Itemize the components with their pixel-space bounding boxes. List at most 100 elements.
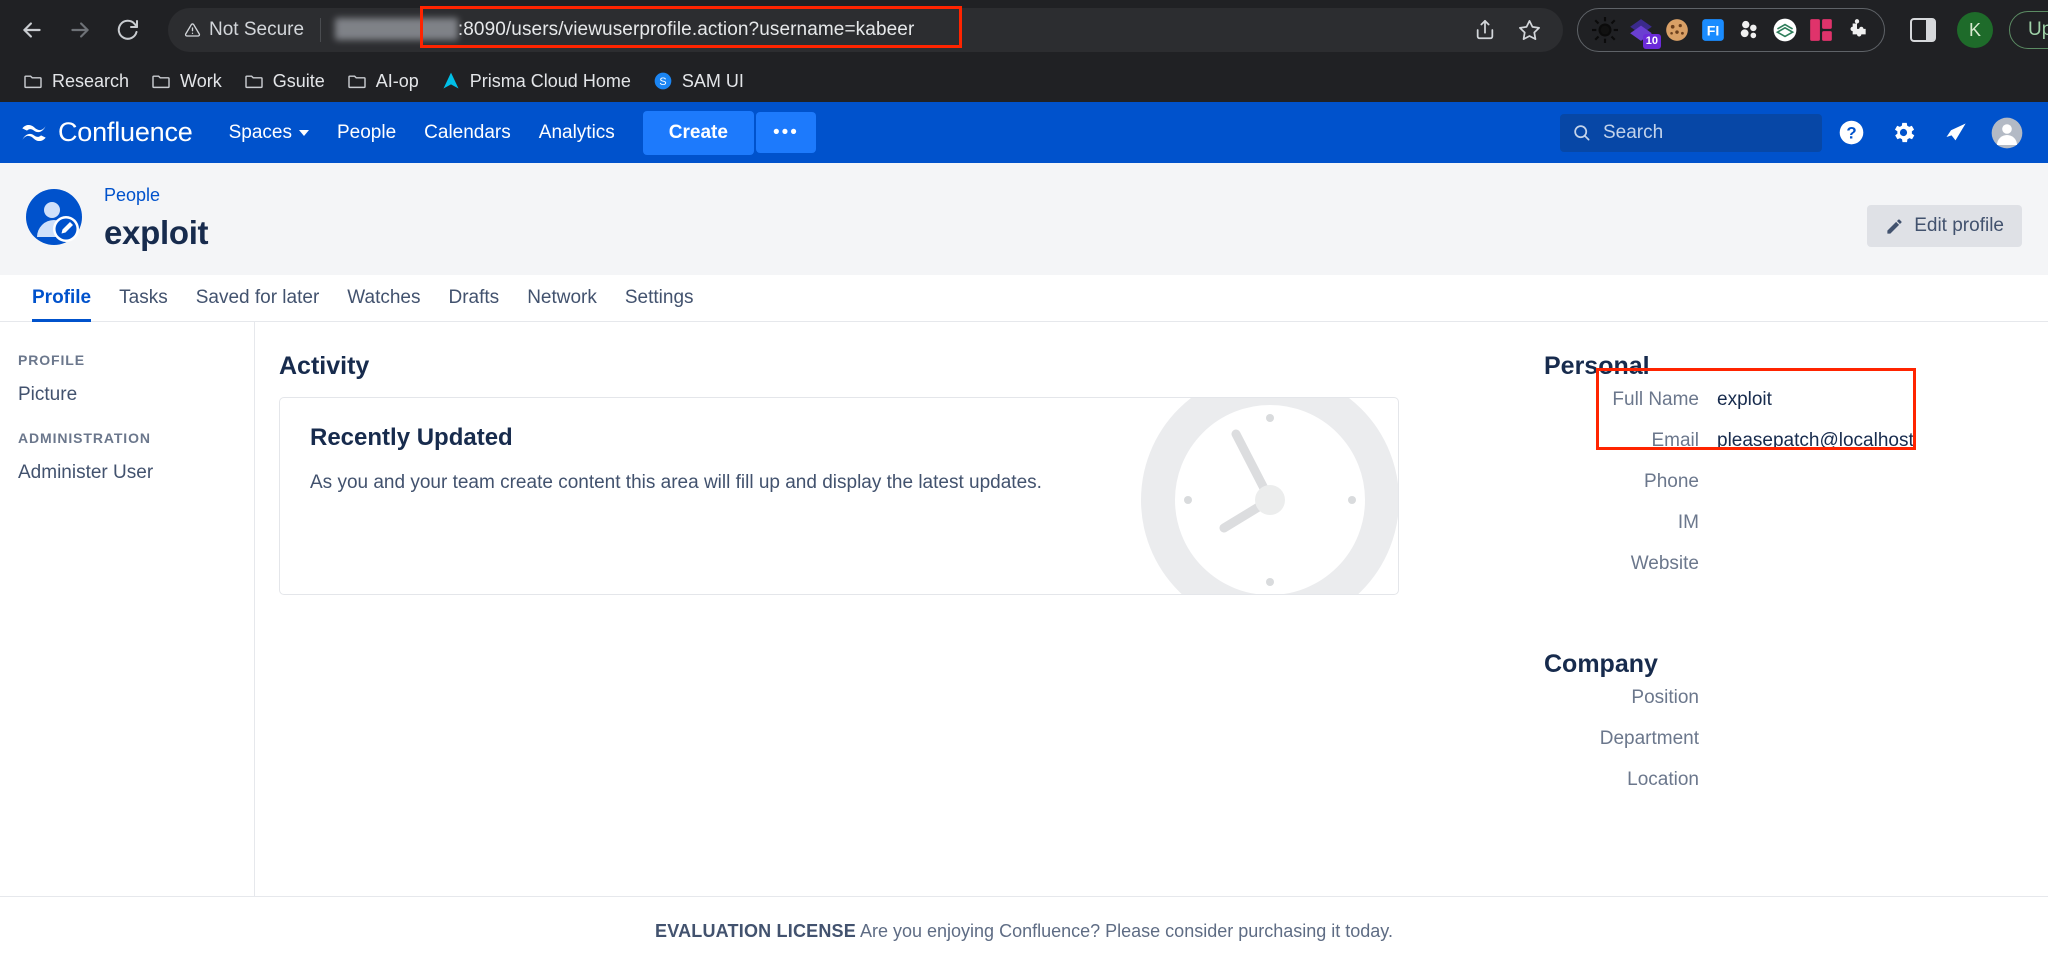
nav-item-calendars[interactable]: Calendars bbox=[410, 112, 525, 154]
field-row-location: Location bbox=[1544, 769, 2048, 810]
create-button[interactable]: Create bbox=[642, 110, 754, 155]
nav-item-spaces[interactable]: Spaces bbox=[215, 112, 323, 154]
evaluation-license-notice: EVALUATION LICENSE Are you enjoying Conf… bbox=[0, 921, 2048, 942]
reload-icon[interactable] bbox=[106, 8, 150, 52]
recently-updated-card: Recently Updated As you and your team cr… bbox=[279, 397, 1399, 595]
sidebar-item-administer-user[interactable]: Administer User bbox=[18, 462, 236, 484]
purple-diamond-extension-icon[interactable]: 10 bbox=[1626, 15, 1661, 49]
breadcrumb[interactable]: People bbox=[104, 185, 208, 206]
sidebar-heading-administration: ADMINISTRATION bbox=[18, 430, 151, 446]
tab-profile[interactable]: Profile bbox=[18, 277, 105, 322]
sidebar-item-picture[interactable]: Picture bbox=[18, 384, 236, 406]
side-panel-icon[interactable] bbox=[1903, 10, 1943, 50]
browser-chrome: Not Secure 54.252.81.230:8090/users/view… bbox=[0, 0, 2048, 102]
personal-heading: Personal bbox=[1544, 352, 1650, 380]
share-icon[interactable] bbox=[1465, 10, 1505, 50]
bookmark-prisma-cloud-home[interactable]: Prisma Cloud Home bbox=[432, 66, 640, 97]
company-heading: Company bbox=[1544, 650, 1658, 678]
field-row-position: Position bbox=[1544, 687, 2048, 728]
nav-item-label: People bbox=[336, 121, 397, 143]
bookmark-ai-op[interactable]: AI-op bbox=[338, 66, 428, 97]
bookmark-label: Prisma Cloud Home bbox=[469, 70, 631, 91]
star-icon[interactable] bbox=[1509, 10, 1549, 50]
books-extension-icon[interactable] bbox=[1770, 15, 1800, 45]
back-arrow-icon[interactable] bbox=[10, 8, 54, 52]
field-row-website: Website bbox=[1544, 553, 2048, 594]
profile-header: People exploit Edit profile bbox=[0, 163, 2048, 275]
page-title: exploit bbox=[104, 214, 209, 251]
field-row-phone: Phone bbox=[1544, 471, 2048, 512]
confluence-brand[interactable]: Confluence bbox=[20, 117, 193, 148]
left-sidebar: PROFILE Picture ADMINISTRATION Administe… bbox=[0, 322, 255, 896]
confluence-navbar: Confluence Spaces People Calendars Analy… bbox=[0, 102, 2048, 163]
edit-profile-label: Edit profile bbox=[1914, 215, 2004, 236]
folder-icon bbox=[348, 75, 366, 89]
tab-tasks[interactable]: Tasks bbox=[105, 277, 182, 321]
folder-icon bbox=[152, 75, 170, 89]
search-input[interactable]: Search bbox=[1560, 113, 1822, 152]
page-body: PROFILE Picture ADMINISTRATION Administe… bbox=[0, 322, 2048, 896]
nav-item-people[interactable]: People bbox=[323, 112, 410, 154]
browser-profile-avatar[interactable]: K bbox=[1957, 12, 1993, 48]
puzzle-piece-extensions-icon[interactable] bbox=[1842, 15, 1872, 45]
tab-network[interactable]: Network bbox=[513, 277, 611, 321]
url-path: :8090/users/viewuserprofile.action?usern… bbox=[457, 19, 915, 40]
bookmark-label: Work bbox=[180, 70, 222, 91]
tab-watches[interactable]: Watches bbox=[333, 277, 434, 321]
security-status[interactable]: Not Secure bbox=[184, 19, 304, 41]
confluence-brand-label: Confluence bbox=[58, 117, 193, 147]
url-text[interactable]: 54.252.81.230:8090/users/viewuserprofile… bbox=[335, 17, 915, 41]
field-row-department: Department bbox=[1544, 728, 2048, 769]
cookie-extension-icon[interactable] bbox=[1662, 15, 1692, 45]
pink-blocks-extension-icon[interactable] bbox=[1806, 15, 1836, 45]
bookmark-work[interactable]: Work bbox=[142, 66, 231, 97]
extensions-pill: 10 FI bbox=[1577, 8, 1885, 52]
field-label: Department bbox=[1599, 728, 1699, 749]
molecule-extension-icon[interactable] bbox=[1734, 15, 1764, 45]
main-content: Activity Recently Updated As you and you… bbox=[255, 322, 1528, 896]
bookmark-gsuite[interactable]: Gsuite bbox=[235, 66, 334, 97]
bookmark-sam-ui[interactable]: S SAM UI bbox=[644, 66, 753, 97]
profile-tabs: Profile Tasks Saved for later Watches Dr… bbox=[0, 275, 2048, 322]
navbar-right-tools: Search ? bbox=[1560, 110, 2030, 156]
profile-details-rail: Personal Full Name exploit Email pleasep… bbox=[1528, 322, 2048, 896]
tab-drafts[interactable]: Drafts bbox=[435, 277, 514, 321]
search-placeholder: Search bbox=[1603, 121, 1664, 143]
nav-item-analytics[interactable]: Analytics bbox=[525, 112, 629, 154]
license-text: Are you enjoying Confluence? Please cons… bbox=[855, 921, 1393, 941]
folder-icon bbox=[24, 75, 42, 89]
sunburst-extension-icon[interactable] bbox=[1590, 15, 1620, 45]
chevron-down-icon bbox=[298, 129, 309, 136]
license-label: EVALUATION LICENSE bbox=[655, 921, 856, 941]
update-button[interactable]: Update bbox=[2009, 11, 2048, 49]
field-row-full-name: Full Name exploit bbox=[1544, 389, 2048, 430]
field-label: Phone bbox=[1644, 471, 1699, 492]
address-bar[interactable]: Not Secure 54.252.81.230:8090/users/view… bbox=[168, 6, 1563, 52]
tab-saved-for-later[interactable]: Saved for later bbox=[182, 277, 334, 321]
forward-arrow-icon[interactable] bbox=[58, 8, 102, 52]
figma-extension-icon[interactable]: FI bbox=[1698, 15, 1728, 45]
field-value-email: pleasepatch@localhost bbox=[1717, 430, 1914, 451]
field-label: Email bbox=[1651, 430, 1699, 451]
gear-icon[interactable] bbox=[1880, 110, 1926, 156]
help-icon[interactable]: ? bbox=[1828, 110, 1874, 156]
folder-icon bbox=[244, 75, 263, 89]
activity-section-title: Activity bbox=[279, 352, 370, 380]
user-edit-avatar-icon[interactable] bbox=[26, 189, 82, 245]
more-actions-button[interactable]: ••• bbox=[755, 112, 816, 153]
edit-profile-button[interactable]: Edit profile bbox=[1867, 205, 2022, 247]
notification-bell-icon[interactable] bbox=[1932, 110, 1978, 156]
page-footer: EVALUATION LICENSE Are you enjoying Conf… bbox=[0, 896, 2048, 954]
bookmark-research[interactable]: Research bbox=[14, 66, 138, 97]
tab-settings[interactable]: Settings bbox=[611, 277, 708, 321]
user-avatar-icon[interactable] bbox=[1984, 110, 2030, 156]
confluence-logo-icon bbox=[22, 124, 46, 141]
field-row-email: Email pleasepatch@localhost bbox=[1544, 430, 2048, 471]
field-label: IM bbox=[1677, 512, 1699, 533]
security-status-label: Not Secure bbox=[209, 19, 305, 40]
search-icon bbox=[1574, 125, 1590, 141]
bookmarks-bar: Research Work Gsuite AI-op Prisma Cloud … bbox=[0, 60, 2048, 102]
url-redacted-host: 54.252.81.230 bbox=[335, 17, 458, 40]
omnibox-divider bbox=[320, 18, 322, 42]
field-label: Location bbox=[1627, 769, 1699, 790]
